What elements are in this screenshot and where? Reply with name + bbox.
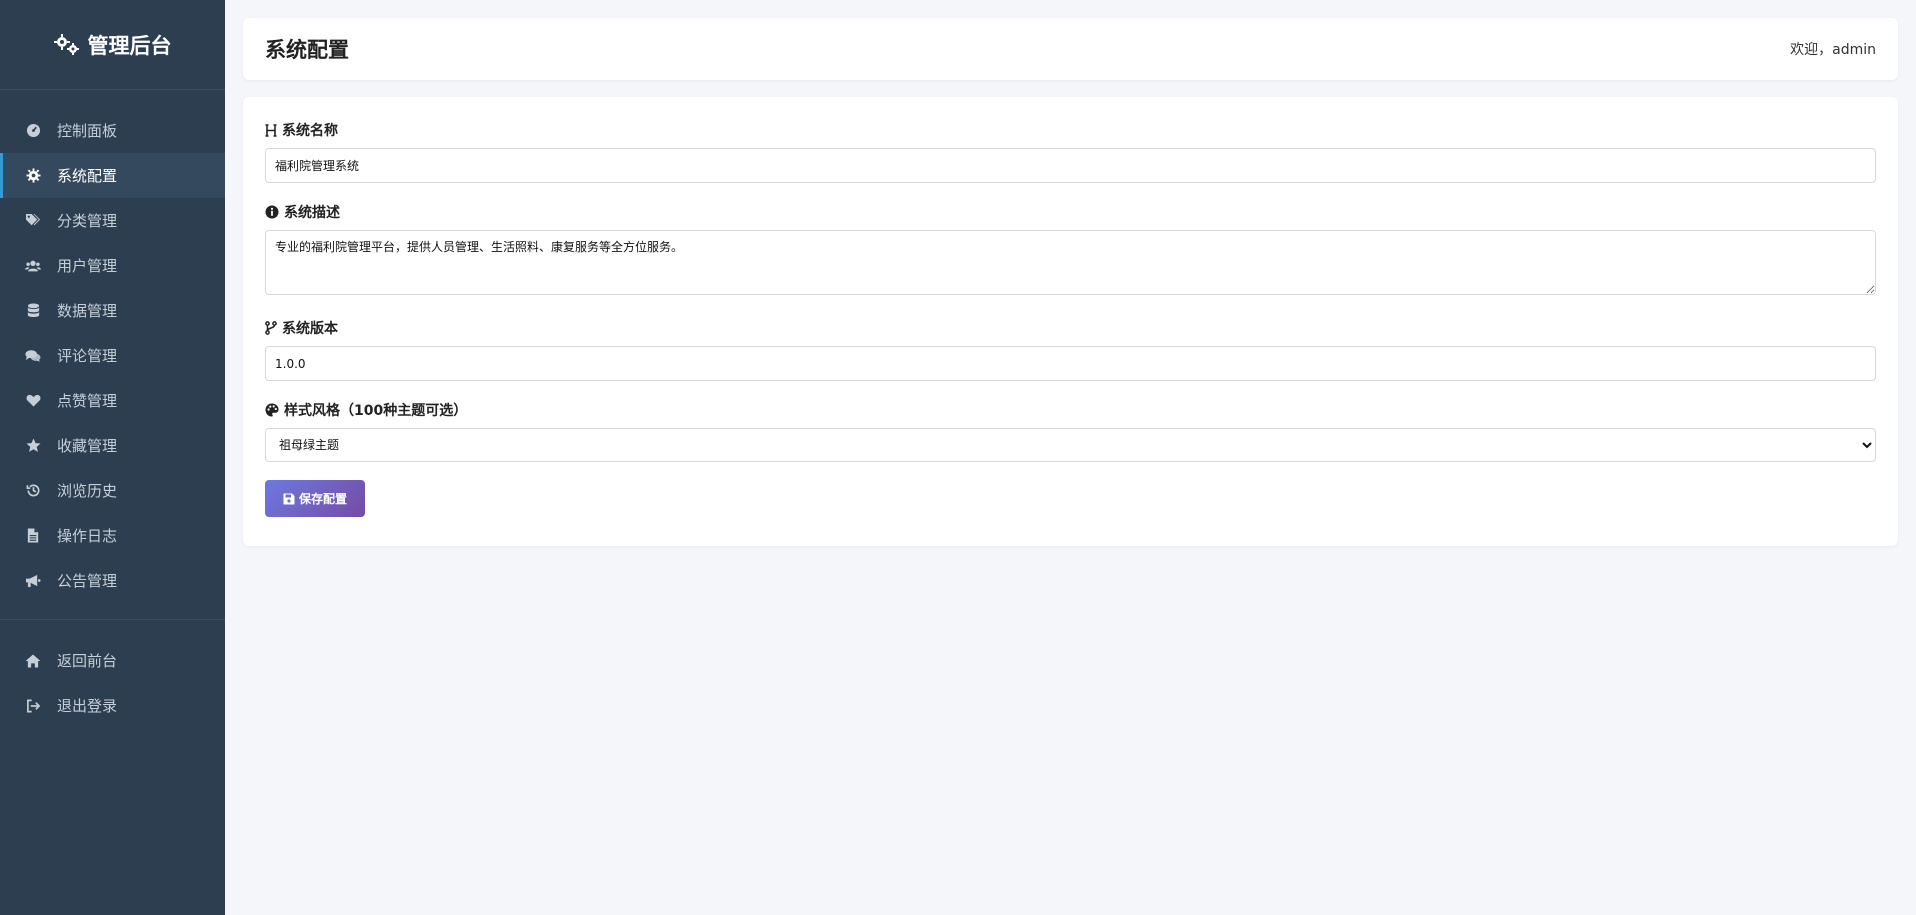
tags-icon (25, 213, 41, 229)
sidebar: 管理后台 控制面板 系统配置 分类管理 用户管理 数据管理 评论管理 点赞管理 … (0, 0, 225, 915)
gear-icon (25, 168, 41, 184)
welcome-text: 欢迎，admin (1790, 42, 1876, 58)
system-description-textarea[interactable]: 专业的福利院管理平台，提供人员管理、生活照料、康复服务等全方位服务。 (265, 230, 1876, 295)
comments-icon (25, 348, 41, 364)
brand-title: 管理后台 (87, 33, 172, 58)
users-icon (25, 258, 41, 274)
brand: 管理后台 (0, 0, 225, 90)
theme-style-select[interactable]: 祖母绿主题 (265, 428, 1876, 462)
dashboard-icon (25, 123, 41, 139)
history-icon (25, 483, 41, 499)
sidebar-item-data[interactable]: 数据管理 (0, 288, 225, 333)
system-name-input[interactable] (265, 148, 1876, 183)
save-icon (283, 493, 295, 505)
sidebar-item-comments[interactable]: 评论管理 (0, 333, 225, 378)
config-form: 系统名称 系统描述 专业的福利院管理平台，提供人员管理、生活照料、康复服务等全方… (243, 97, 1898, 546)
sidebar-divider (0, 619, 225, 620)
sidebar-item-likes[interactable]: 点赞管理 (0, 378, 225, 423)
sign-out-icon (25, 698, 41, 714)
form-group-version: 系统版本 (265, 319, 1876, 381)
sidebar-item-system-config[interactable]: 系统配置 (0, 153, 225, 198)
heading-icon (265, 123, 277, 137)
system-version-input[interactable] (265, 346, 1876, 381)
gears-icon (53, 33, 80, 56)
sidebar-item-users[interactable]: 用户管理 (0, 243, 225, 288)
sidebar-item-label: 退出登录 (57, 697, 118, 715)
sidebar-item-label: 系统配置 (57, 167, 118, 185)
save-config-button[interactable]: 保存配置 (265, 480, 365, 517)
star-icon (25, 438, 41, 454)
save-config-label: 保存配置 (298, 492, 347, 506)
sidebar-item-favorites[interactable]: 收藏管理 (0, 423, 225, 468)
sidebar-item-logs[interactable]: 操作日志 (0, 513, 225, 558)
sidebar-item-label: 用户管理 (57, 257, 118, 275)
sidebar-item-label: 控制面板 (57, 122, 118, 140)
form-group-theme: 样式风格（100种主题可选） 祖母绿主题 (265, 401, 1876, 462)
system-version-label: 系统版本 (265, 319, 1876, 337)
sidebar-item-label: 数据管理 (57, 302, 118, 320)
sidebar-item-back-home[interactable]: 返回前台 (0, 638, 225, 683)
sidebar-item-label: 评论管理 (57, 347, 118, 365)
sidebar-item-label: 公告管理 (57, 572, 118, 590)
system-version-label-text: 系统版本 (282, 321, 338, 337)
system-description-label-text: 系统描述 (284, 205, 340, 221)
palette-icon (265, 403, 279, 417)
sidebar-item-dashboard[interactable]: 控制面板 (0, 108, 225, 153)
system-name-label: 系统名称 (265, 121, 1876, 139)
file-icon (25, 528, 41, 544)
sidebar-item-announcements[interactable]: 公告管理 (0, 558, 225, 603)
form-group-name: 系统名称 (265, 121, 1876, 183)
system-name-label-text: 系统名称 (282, 123, 338, 139)
sidebar-item-label: 浏览历史 (57, 482, 118, 500)
form-group-description: 系统描述 专业的福利院管理平台，提供人员管理、生活照料、康复服务等全方位服务。 (265, 203, 1876, 299)
theme-style-label-text: 样式风格（100种主题可选） (284, 403, 468, 419)
sidebar-item-history[interactable]: 浏览历史 (0, 468, 225, 513)
sidebar-item-label: 返回前台 (57, 652, 118, 670)
sidebar-nav: 控制面板 系统配置 分类管理 用户管理 数据管理 评论管理 点赞管理 收藏管理 … (0, 90, 225, 728)
code-branch-icon (265, 321, 277, 335)
info-circle-icon (265, 205, 279, 219)
home-icon (25, 653, 41, 669)
top-bar: 系统配置 欢迎，admin (243, 18, 1898, 80)
sidebar-item-label: 分类管理 (57, 212, 118, 230)
database-icon (25, 303, 41, 319)
system-description-label: 系统描述 (265, 203, 1876, 221)
sidebar-item-category[interactable]: 分类管理 (0, 198, 225, 243)
sidebar-item-label: 点赞管理 (57, 392, 118, 410)
sidebar-item-label: 收藏管理 (57, 437, 118, 455)
heart-icon (25, 393, 41, 409)
theme-style-label: 样式风格（100种主题可选） (265, 401, 1876, 419)
sidebar-item-logout[interactable]: 退出登录 (0, 683, 225, 728)
bullhorn-icon (25, 573, 41, 589)
page-title: 系统配置 (265, 38, 349, 62)
sidebar-item-label: 操作日志 (57, 527, 118, 545)
